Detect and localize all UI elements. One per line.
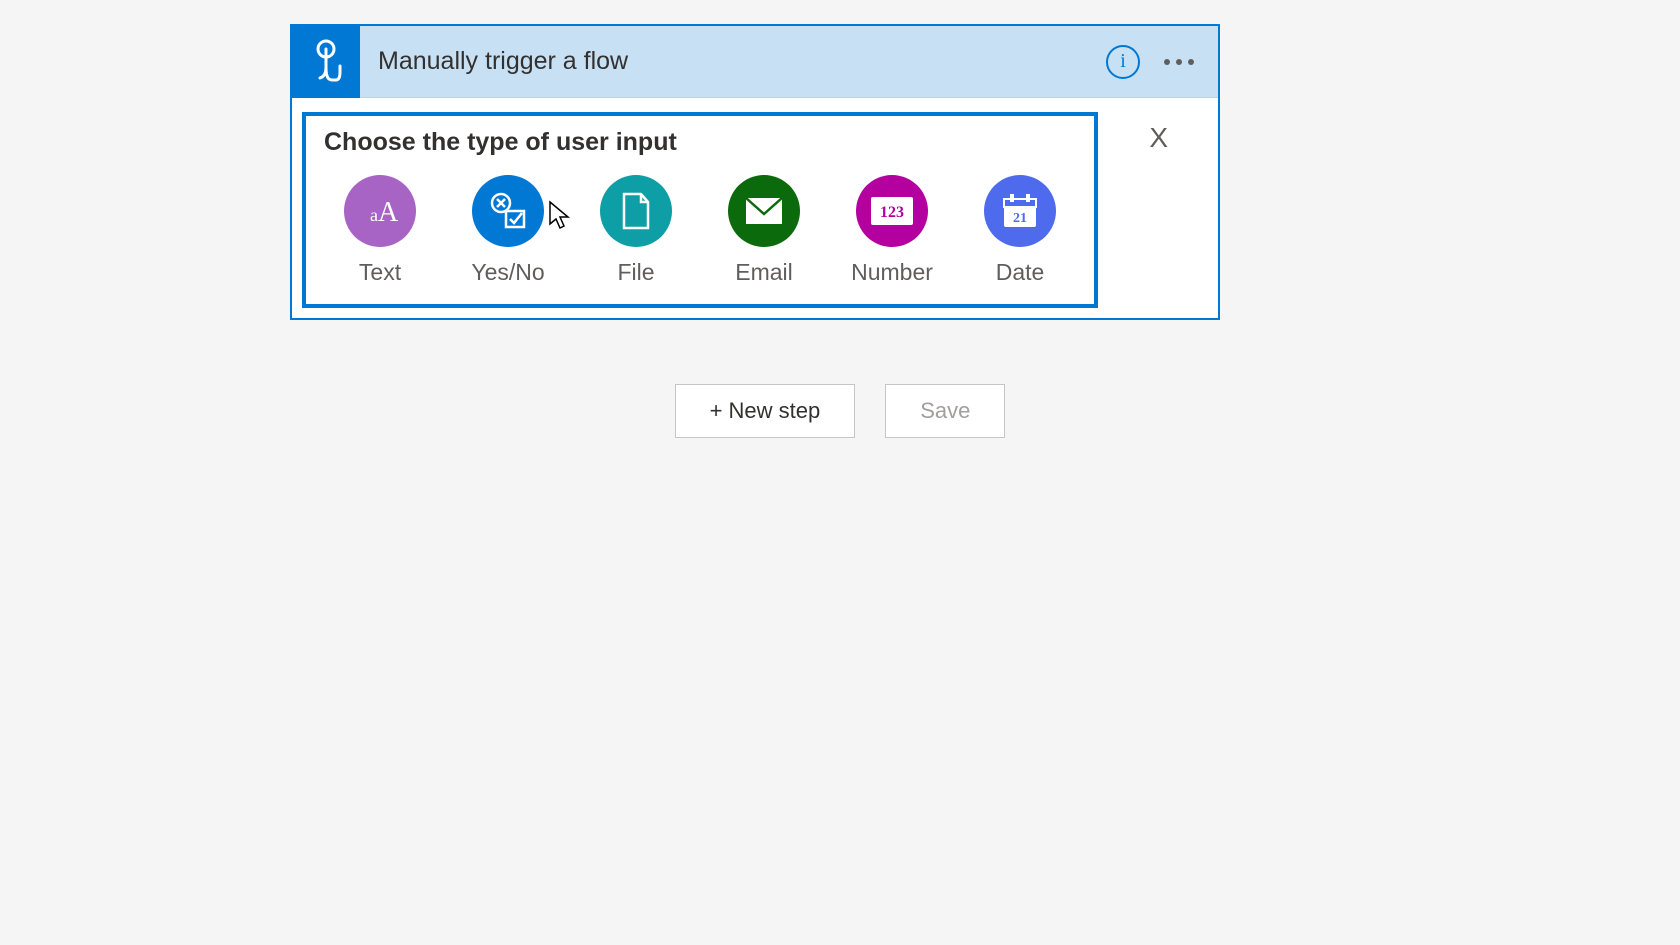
step-actions: + New step Save (0, 384, 1680, 438)
input-type-panel-wrap: Choose the type of user input a A Text (292, 98, 1218, 318)
save-button[interactable]: Save (885, 384, 1005, 438)
save-label: Save (920, 398, 970, 424)
svg-text:a: a (370, 205, 378, 225)
input-type-email[interactable]: Email (728, 175, 800, 286)
yesno-icon (472, 175, 544, 247)
trigger-header[interactable]: Manually trigger a flow i (292, 26, 1218, 98)
new-step-button[interactable]: + New step (675, 384, 856, 438)
input-type-yesno[interactable]: Yes/No (472, 175, 544, 286)
svg-text:A: A (378, 197, 399, 228)
new-step-label: + New step (710, 398, 821, 424)
input-type-label: Text (359, 259, 401, 286)
input-type-label: Yes/No (471, 259, 544, 286)
input-type-number[interactable]: 123 Number (856, 175, 928, 286)
input-type-options: a A Text (324, 171, 1076, 286)
info-icon[interactable]: i (1106, 45, 1140, 79)
text-icon: a A (344, 175, 416, 247)
input-type-date[interactable]: 21 Date (984, 175, 1056, 286)
input-type-file[interactable]: File (600, 175, 672, 286)
number-icon: 123 (856, 175, 928, 247)
trigger-card: Manually trigger a flow i Choose the typ… (290, 24, 1220, 320)
input-type-label: Email (735, 259, 793, 286)
svg-text:123: 123 (880, 204, 904, 221)
trigger-touch-icon (292, 26, 360, 98)
more-menu-icon[interactable] (1164, 59, 1194, 65)
email-icon (728, 175, 800, 247)
file-icon (600, 175, 672, 247)
input-type-text[interactable]: a A Text (344, 175, 416, 286)
header-tools: i (1106, 45, 1218, 79)
input-type-panel: Choose the type of user input a A Text (302, 112, 1098, 308)
trigger-title: Manually trigger a flow (360, 47, 1106, 76)
svg-text:21: 21 (1013, 211, 1027, 226)
close-panel-button[interactable]: X (1149, 122, 1168, 154)
input-panel-title: Choose the type of user input (324, 128, 1076, 157)
date-icon: 21 (984, 175, 1056, 247)
input-type-label: File (617, 259, 654, 286)
input-type-label: Number (851, 259, 933, 286)
input-type-label: Date (996, 259, 1045, 286)
